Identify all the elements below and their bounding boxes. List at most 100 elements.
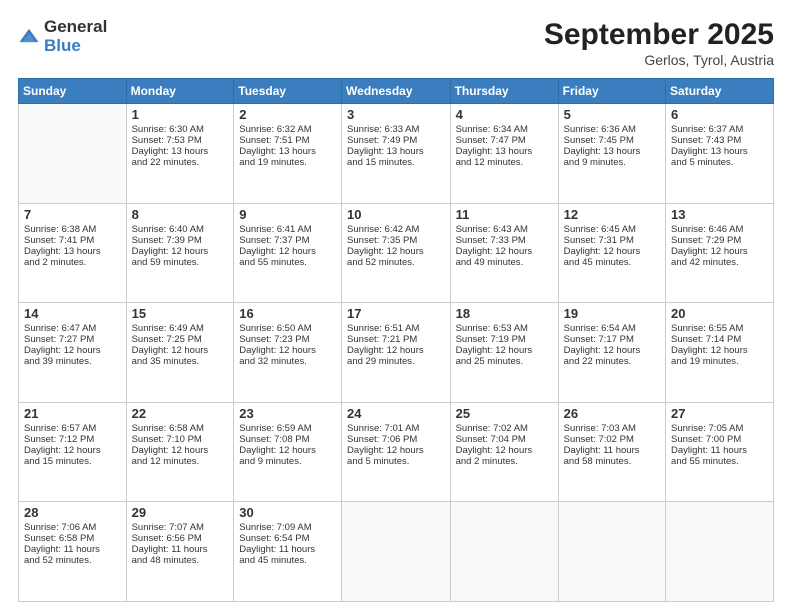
day-info-line: Daylight: 13 hours <box>239 146 336 157</box>
logo-blue: Blue <box>44 37 107 56</box>
calendar-week-row: 28Sunrise: 7:06 AMSunset: 6:58 PMDayligh… <box>19 502 774 602</box>
month-title: September 2025 <box>544 18 774 52</box>
day-number: 14 <box>24 306 121 321</box>
weekday-header: Saturday <box>666 79 774 104</box>
calendar-cell <box>666 502 774 602</box>
day-info-line: and 45 minutes. <box>564 257 660 268</box>
day-info-line: Sunset: 7:45 PM <box>564 135 660 146</box>
day-number: 19 <box>564 306 660 321</box>
day-info-line: Daylight: 12 hours <box>132 445 229 456</box>
day-info-line: Sunrise: 6:33 AM <box>347 124 445 135</box>
day-info-line: Sunset: 7:35 PM <box>347 235 445 246</box>
calendar-week-row: 7Sunrise: 6:38 AMSunset: 7:41 PMDaylight… <box>19 203 774 303</box>
day-number: 16 <box>239 306 336 321</box>
calendar-cell: 21Sunrise: 6:57 AMSunset: 7:12 PMDayligh… <box>19 402 127 502</box>
day-info-line: Sunset: 7:12 PM <box>24 434 121 445</box>
calendar-cell: 5Sunrise: 6:36 AMSunset: 7:45 PMDaylight… <box>558 104 665 204</box>
day-info-line: and 9 minutes. <box>564 157 660 168</box>
day-info-line: Sunrise: 6:45 AM <box>564 224 660 235</box>
day-number: 6 <box>671 107 768 122</box>
logo-text: General Blue <box>44 18 107 55</box>
day-info-line: Sunset: 7:17 PM <box>564 334 660 345</box>
day-info-line: and 52 minutes. <box>24 555 121 566</box>
day-info-line: Sunrise: 7:03 AM <box>564 423 660 434</box>
calendar-cell <box>558 502 665 602</box>
day-number: 29 <box>132 505 229 520</box>
calendar-cell: 15Sunrise: 6:49 AMSunset: 7:25 PMDayligh… <box>126 303 234 403</box>
day-info-line: Sunset: 7:31 PM <box>564 235 660 246</box>
weekday-header: Tuesday <box>234 79 342 104</box>
day-info-line: Sunrise: 7:07 AM <box>132 522 229 533</box>
day-info-line: Daylight: 12 hours <box>456 445 553 456</box>
day-number: 23 <box>239 406 336 421</box>
calendar-cell: 4Sunrise: 6:34 AMSunset: 7:47 PMDaylight… <box>450 104 558 204</box>
day-info-line: Sunrise: 6:30 AM <box>132 124 229 135</box>
logo: General Blue <box>18 18 107 55</box>
day-info-line: Daylight: 12 hours <box>456 345 553 356</box>
day-info-line: Daylight: 12 hours <box>132 345 229 356</box>
day-info-line: and 19 minutes. <box>671 356 768 367</box>
day-info-line: Sunrise: 7:05 AM <box>671 423 768 434</box>
day-info-line: and 2 minutes. <box>24 257 121 268</box>
day-info-line: Sunset: 7:27 PM <box>24 334 121 345</box>
day-info-line: Sunrise: 7:02 AM <box>456 423 553 434</box>
day-info-line: Sunset: 7:53 PM <box>132 135 229 146</box>
day-info-line: and 32 minutes. <box>239 356 336 367</box>
calendar-cell: 24Sunrise: 7:01 AMSunset: 7:06 PMDayligh… <box>342 402 451 502</box>
day-number: 11 <box>456 207 553 222</box>
day-info-line: Daylight: 12 hours <box>24 345 121 356</box>
day-info-line: and 42 minutes. <box>671 257 768 268</box>
day-info-line: Sunrise: 6:50 AM <box>239 323 336 334</box>
day-info-line: Sunset: 7:19 PM <box>456 334 553 345</box>
day-number: 30 <box>239 505 336 520</box>
day-info-line: Daylight: 13 hours <box>24 246 121 257</box>
day-info-line: and 9 minutes. <box>239 456 336 467</box>
day-number: 24 <box>347 406 445 421</box>
day-number: 3 <box>347 107 445 122</box>
day-info-line: Daylight: 12 hours <box>239 246 336 257</box>
title-block: September 2025 Gerlos, Tyrol, Austria <box>544 18 774 68</box>
logo-general: General <box>44 18 107 37</box>
day-info-line: Sunset: 7:43 PM <box>671 135 768 146</box>
day-info-line: and 49 minutes. <box>456 257 553 268</box>
day-info-line: Sunset: 7:47 PM <box>456 135 553 146</box>
day-info-line: Daylight: 12 hours <box>239 345 336 356</box>
day-number: 21 <box>24 406 121 421</box>
day-info-line: Daylight: 12 hours <box>132 246 229 257</box>
calendar-cell: 1Sunrise: 6:30 AMSunset: 7:53 PMDaylight… <box>126 104 234 204</box>
weekday-header: Friday <box>558 79 665 104</box>
day-info-line: Sunset: 7:02 PM <box>564 434 660 445</box>
day-info-line: Sunrise: 6:54 AM <box>564 323 660 334</box>
day-info-line: and 2 minutes. <box>456 456 553 467</box>
calendar-cell: 12Sunrise: 6:45 AMSunset: 7:31 PMDayligh… <box>558 203 665 303</box>
day-info-line: Daylight: 11 hours <box>24 544 121 555</box>
day-info-line: Sunset: 7:23 PM <box>239 334 336 345</box>
day-info-line: and 52 minutes. <box>347 257 445 268</box>
day-number: 18 <box>456 306 553 321</box>
day-number: 22 <box>132 406 229 421</box>
day-number: 28 <box>24 505 121 520</box>
day-info-line: Sunrise: 7:01 AM <box>347 423 445 434</box>
day-number: 12 <box>564 207 660 222</box>
day-number: 9 <box>239 207 336 222</box>
calendar-cell: 7Sunrise: 6:38 AMSunset: 7:41 PMDaylight… <box>19 203 127 303</box>
weekday-header: Monday <box>126 79 234 104</box>
day-info-line: and 25 minutes. <box>456 356 553 367</box>
day-info-line: and 45 minutes. <box>239 555 336 566</box>
calendar-cell: 23Sunrise: 6:59 AMSunset: 7:08 PMDayligh… <box>234 402 342 502</box>
day-info-line: Daylight: 12 hours <box>671 246 768 257</box>
day-info-line: Daylight: 11 hours <box>239 544 336 555</box>
day-info-line: Sunset: 7:14 PM <box>671 334 768 345</box>
day-info-line: Sunrise: 6:59 AM <box>239 423 336 434</box>
calendar-cell: 3Sunrise: 6:33 AMSunset: 7:49 PMDaylight… <box>342 104 451 204</box>
day-number: 13 <box>671 207 768 222</box>
day-info-line: Daylight: 12 hours <box>564 345 660 356</box>
day-info-line: Daylight: 12 hours <box>24 445 121 456</box>
day-info-line: Sunrise: 6:32 AM <box>239 124 336 135</box>
day-info-line: Daylight: 13 hours <box>347 146 445 157</box>
day-info-line: and 22 minutes. <box>564 356 660 367</box>
day-info-line: Sunset: 7:37 PM <box>239 235 336 246</box>
day-info-line: and 19 minutes. <box>239 157 336 168</box>
calendar-cell: 20Sunrise: 6:55 AMSunset: 7:14 PMDayligh… <box>666 303 774 403</box>
calendar-body: 1Sunrise: 6:30 AMSunset: 7:53 PMDaylight… <box>19 104 774 602</box>
